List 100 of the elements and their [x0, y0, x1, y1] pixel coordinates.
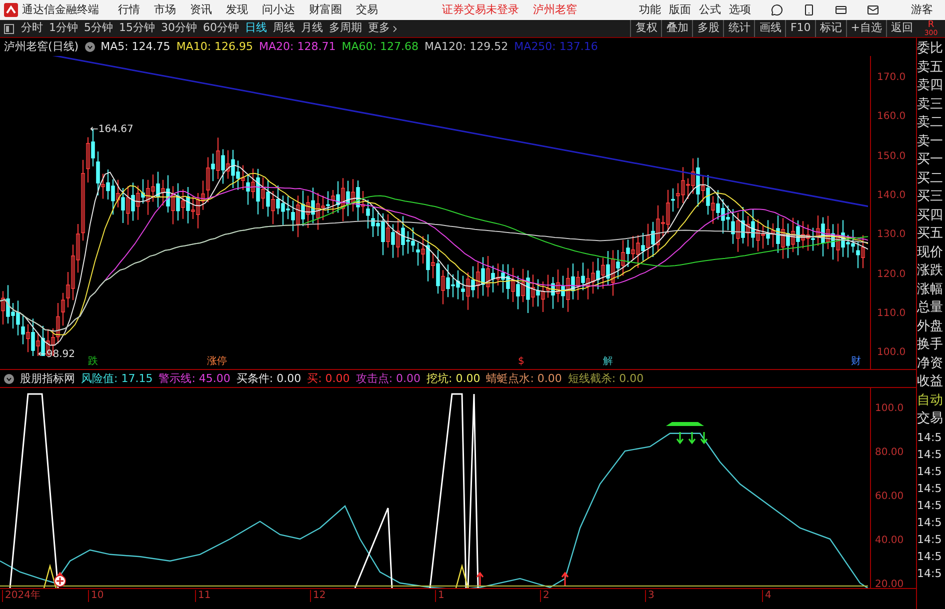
event-marker[interactable]: 解 [603, 356, 613, 368]
date-axis-label: 3 [645, 590, 654, 602]
menu-item[interactable]: 功能 [639, 2, 661, 18]
indicator-value: 短线截杀: 0.00 [568, 372, 644, 385]
mail-icon[interactable] [867, 4, 879, 16]
indicator-value: 攻击点: 0.00 [356, 372, 421, 385]
quote-field-label: 卖一 [917, 132, 944, 150]
quote-field-label: 卖五 [917, 58, 944, 76]
toolbar-button[interactable]: 叠加 [661, 20, 692, 37]
quote-field-label: 买一 [917, 151, 944, 169]
indicator-axis-label: 20.00 [875, 578, 904, 592]
price-axis-label: 130.0 [877, 228, 906, 242]
toolbar-button[interactable]: 标记 [814, 20, 846, 37]
toolbar-button[interactable]: 返回 [886, 20, 917, 37]
period-tab[interactable]: 多周期 [326, 20, 365, 37]
quote-field-label: 总量 [917, 299, 944, 317]
toolbar-button[interactable]: F10 [785, 20, 815, 37]
indicator-value: 风险值: 17.15 [81, 372, 153, 385]
menu-item[interactable]: 问小达 [262, 2, 295, 18]
dropdown-icon[interactable] [4, 374, 14, 384]
indicator-value: 警示线: 45.00 [158, 372, 230, 385]
menu-item[interactable]: 公式 [699, 2, 721, 18]
date-axis-label: 2 [540, 590, 550, 602]
trade-time: 14:5 [917, 480, 943, 496]
toolbar-button[interactable]: 画线 [754, 20, 786, 37]
indicator-axis-label: 100.0 [875, 402, 904, 416]
indicator-axis-label: 40.00 [875, 534, 904, 548]
period-tab[interactable]: 5分钟 [81, 20, 116, 37]
ma-value: MA60: 127.68 [342, 38, 418, 55]
quote-field-label: 涨跌 [917, 262, 944, 280]
period-tab[interactable]: 30分钟 [158, 20, 200, 37]
add-icon[interactable] [54, 575, 66, 587]
toolbar-button[interactable]: 复权 [630, 20, 662, 37]
price-axis-label: 170.0 [877, 71, 906, 85]
period-tab[interactable]: 分时 [18, 20, 46, 37]
menu-item[interactable]: 版面 [669, 2, 691, 18]
trade-time: 14:5 [917, 430, 943, 446]
indicator-axis-label: 60.00 [875, 490, 904, 504]
date-axis-label: 2024年 [2, 590, 40, 602]
period-tab[interactable]: 15分钟 [116, 20, 158, 37]
indicator-value: 买条件: 0.00 [236, 372, 302, 385]
trade-time: 14:5 [917, 532, 943, 548]
price-axis-label: 110.0 [877, 306, 906, 321]
date-axis-label: 10 [88, 590, 104, 602]
toolbar-button[interactable]: +自选 [846, 20, 886, 37]
indicator-name: 股朋指标网 [20, 372, 75, 385]
event-marker[interactable]: 跌 [88, 356, 98, 368]
quote-field-label: 卖三 [917, 96, 944, 114]
menu-item[interactable]: 市场 [154, 2, 176, 18]
quote-field-label: 涨幅 [917, 280, 944, 298]
price-axis-label: 150.0 [877, 150, 906, 164]
app-logo-icon [4, 3, 18, 17]
period-tab[interactable]: 周线 [270, 20, 298, 37]
period-tab[interactable]: 日线 [242, 20, 270, 37]
toolbar-button[interactable]: 多股 [692, 20, 724, 37]
period-tab[interactable]: 1分钟 [46, 20, 81, 37]
ma-value: MA10: 126.95 [176, 38, 254, 55]
quote-field-label: 收益 [917, 373, 944, 391]
price-axis-label: 160.0 [877, 110, 906, 124]
indicator-value: 买: 0.00 [307, 372, 350, 385]
high-price-label: ←164.67 [90, 123, 134, 137]
period-tab[interactable]: 60分钟 [200, 20, 242, 37]
card-icon[interactable] [835, 4, 847, 16]
date-axis-label: 11 [195, 590, 211, 602]
panel-toggle-icon[interactable] [4, 24, 14, 34]
indicator-value: 挖坑: 0.00 [426, 372, 480, 385]
up-arrow-icon [561, 572, 569, 587]
event-marker[interactable]: $ [518, 356, 524, 368]
login-notice[interactable]: 证券交易未登录 [442, 2, 519, 18]
phone-icon[interactable] [803, 4, 815, 16]
menu-item[interactable]: 发现 [226, 2, 248, 18]
quote-field-label: 买二 [917, 170, 944, 188]
menu-item[interactable]: 行情 [118, 2, 140, 18]
more-button[interactable]: 更多 [365, 20, 403, 37]
menu-item[interactable]: 财富圈 [309, 2, 342, 18]
quote-field-label: 买五 [917, 225, 944, 243]
menu-item[interactable]: 选项 [729, 2, 751, 18]
user-label[interactable]: 游客 [911, 2, 933, 18]
quote-field-label: 卖二 [917, 114, 944, 132]
quote-field-label: 交易 [917, 410, 944, 428]
dropdown-icon[interactable] [84, 42, 95, 52]
period-tab[interactable]: 月线 [298, 20, 326, 37]
quote-field-label: 买四 [917, 206, 944, 224]
menu-item[interactable]: 资讯 [190, 2, 212, 18]
date-axis-label: 12 [310, 590, 326, 602]
indicator-axis-label: 80.00 [875, 446, 904, 460]
trade-time: 14:5 [917, 446, 943, 462]
down-arrow-icon [700, 431, 708, 444]
toolbar-button[interactable]: 统计 [723, 20, 754, 37]
event-marker[interactable]: 涨停 [207, 356, 227, 368]
app-title: 通达信金融终端 [22, 2, 99, 18]
event-marker[interactable]: 财 [851, 356, 861, 368]
indicator-value: 蜻蜓点水: 0.00 [486, 372, 562, 385]
chat-icon[interactable] [771, 4, 783, 16]
quote-field-label: 买三 [917, 188, 944, 206]
low-price-label: ←98.92 [38, 348, 76, 362]
quote-field-label: 净资 [917, 354, 944, 372]
menu-item[interactable]: 交易 [356, 2, 378, 18]
price-axis-label: 100.0 [877, 346, 906, 360]
ma-value: MA250: 137.16 [514, 38, 598, 55]
